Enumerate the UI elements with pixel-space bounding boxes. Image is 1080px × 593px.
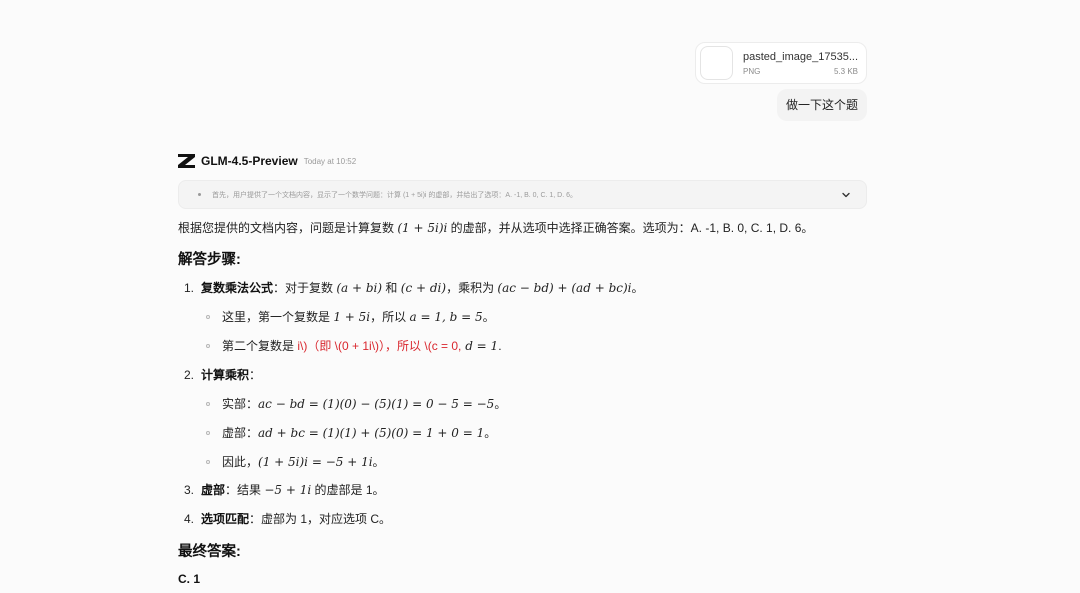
sub2-end: . (498, 339, 502, 353)
step-2: 2. 计算乘积： (178, 366, 261, 384)
step-4-title: 选项匹配 (201, 512, 250, 526)
step-2-number: 2. (184, 368, 195, 382)
step-1-math3: (ac − bd) + (ad + bc)i (497, 281, 632, 295)
step-1-number: 1. (184, 281, 195, 295)
intro-suffix: 的虚部，并从选项中选择正确答案。选项为：A. -1, B. 0, C. 1, D… (447, 221, 814, 235)
intro-paragraph: 根据您提供的文档内容，问题是计算复数 (1 + 5i)i 的虚部，并从选项中选择… (178, 219, 813, 237)
attachment-card[interactable]: pasted_image_17535... PNG 5.3 KB (695, 42, 867, 84)
zhipu-logo-icon (178, 154, 195, 168)
attachment-file-type: PNG (743, 66, 761, 76)
imag-math: ad + bc = (1)(1) + (5)(0) = 1 + 0 = 1 (258, 426, 485, 440)
thinking-summary-toggle[interactable]: 首先，用户提供了一个文档内容，显示了一个数学问题：计算 (1 + 5i)i 的虚… (178, 180, 867, 209)
final-answer-heading: 最终答案: (178, 544, 241, 560)
bullet-icon (206, 430, 210, 435)
intro-prefix: 根据您提供的文档内容，问题是计算复数 (178, 221, 398, 235)
imag-end: 。 (484, 426, 497, 440)
real-math: ac − bd = (1)(0) − (5)(1) = 0 − 5 = −5 (258, 397, 495, 411)
attachment-file-size: 5.3 KB (833, 66, 858, 76)
step-1: 1. 复数乘法公式：对于复数 (a + bi) 和 (c + di)，乘积为 (a… (178, 279, 644, 297)
step-1-sub-1: 这里，第一个复数是 1 + 5i，所以 a = 1, b = 5。 (206, 308, 495, 326)
sub1-text3: 。 (482, 310, 495, 324)
bullet-icon (206, 459, 210, 464)
assistant-header: GLM-4.5-Preview Today at 10:52 (178, 152, 356, 170)
step-1-text2: 和 (382, 281, 401, 295)
step-2-imag-part: 虚部：ad + bc = (1)(1) + (5)(0) = 1 + 0 = 1… (206, 424, 496, 442)
user-message-bubble: 做一下这个题 (776, 89, 867, 121)
step-2-title: 计算乘积 (201, 368, 250, 382)
thinking-summary-text: 首先，用户提供了一个文档内容，显示了一个数学问题：计算 (1 + 5i)i 的虚… (212, 191, 578, 199)
sub1-text2: ，所以 (370, 310, 410, 324)
step-1-sub-2: 第二个复数是 i\)（即 \(0 + 1i\)），所以 \(c = 0, d =… (206, 337, 502, 355)
step-1-title: 复数乘法公式 (201, 281, 274, 295)
chevron-down-icon[interactable] (840, 189, 852, 201)
step-3-text2: 的虚部是 1。 (311, 483, 385, 497)
step-1-text4: 。 (631, 281, 644, 295)
sub2-text: 第二个复数是 (222, 339, 298, 353)
bullet-icon (198, 193, 201, 196)
step-3-number: 3. (184, 483, 195, 497)
message-timestamp: Today at 10:52 (303, 156, 357, 166)
step-4: 4. 选项匹配：虚部为 1，对应选项 C。 (178, 510, 391, 528)
step-1-math1: (a + bi) (336, 281, 383, 295)
step-3-math: −5 + 1i (264, 483, 312, 497)
step-4-text: ：虚部为 1，对应选项 C。 (249, 512, 392, 526)
step-3-title: 虚部 (201, 483, 226, 497)
step-1-text3: ，乘积为 (446, 281, 498, 295)
step-1-math2: (c + di) (400, 281, 447, 295)
imag-label: 虚部： (222, 426, 259, 440)
attachment-file-name: pasted_image_17535... (743, 50, 858, 63)
bullet-icon (206, 343, 210, 348)
step-1-text1: ：对于复数 (273, 281, 337, 295)
step-2-result: 因此，(1 + 5i)i = −5 + 1i。 (206, 453, 385, 471)
thus-end: 。 (372, 455, 385, 469)
attachment-info: pasted_image_17535... PNG 5.3 KB (743, 51, 858, 76)
bullet-icon (206, 314, 210, 319)
sub1-text: 这里，第一个复数是 (222, 310, 334, 324)
attachment-meta: PNG 5.3 KB (743, 67, 858, 76)
step-3-text1: ：结果 (225, 483, 265, 497)
thus-label: 因此， (222, 455, 259, 469)
sub2-math: d = 1 (461, 339, 499, 353)
step-2-colon: ： (249, 368, 262, 382)
step-3: 3. 虚部：结果 −5 + 1i 的虚部是 1。 (178, 481, 385, 499)
thus-math: (1 + 5i)i = −5 + 1i (258, 455, 373, 469)
attachment-thumbnail[interactable] (700, 46, 734, 80)
intro-math: (1 + 5i)i (397, 221, 448, 235)
final-answer: C. 1 (178, 572, 201, 586)
bullet-icon (206, 401, 210, 406)
chat-page: pasted_image_17535... PNG 5.3 KB 做一下这个题 … (0, 0, 1080, 593)
steps-heading: 解答步骤: (178, 252, 241, 268)
model-name: GLM-4.5-Preview (201, 154, 298, 168)
sub1-math2: a = 1, b = 5 (409, 310, 483, 324)
real-label: 实部： (222, 397, 259, 411)
sub2-render-error: i\)（即 \(0 + 1i\)），所以 \(c = 0, (297, 339, 462, 353)
step-4-number: 4. (184, 512, 195, 526)
real-end: 。 (494, 397, 507, 411)
sub1-math1: 1 + 5i (333, 310, 371, 324)
step-2-real-part: 实部：ac − bd = (1)(0) − (5)(1) = 0 − 5 = −… (206, 395, 506, 413)
